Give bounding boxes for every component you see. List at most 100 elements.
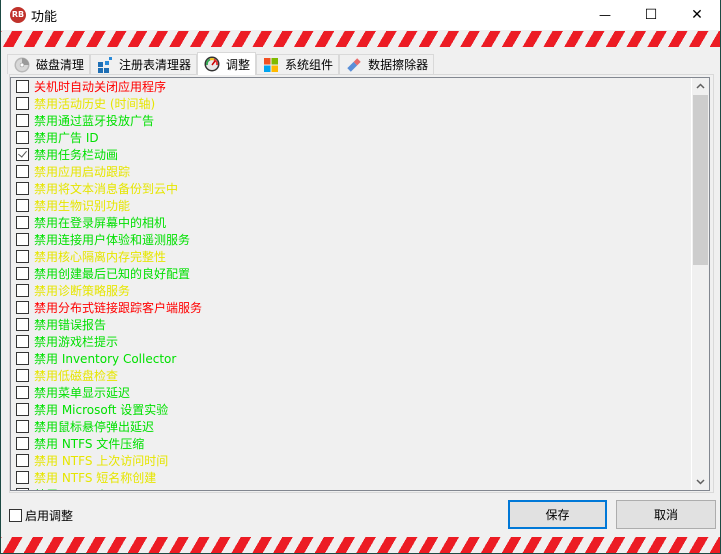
tweak-checkbox[interactable] xyxy=(16,437,29,450)
tweak-item[interactable]: 禁用 NTFS 上次访问时间 xyxy=(11,452,691,469)
scroll-thumb[interactable] xyxy=(693,95,708,265)
tweak-item[interactable]: 禁用 Inventory Collector xyxy=(11,350,691,367)
hazard-stripe-top xyxy=(1,31,720,47)
scroll-down-button[interactable] xyxy=(692,473,709,490)
tweak-checkbox[interactable] xyxy=(16,80,29,93)
checkbox-box[interactable] xyxy=(9,509,22,522)
tweak-label: 禁用应用启动跟踪 xyxy=(34,165,131,179)
tweak-label: 禁用 NTFS 文件压缩 xyxy=(34,437,145,451)
tab-system-components[interactable]: 系统组件 xyxy=(256,54,340,74)
tweak-item[interactable]: 禁用低磁盘检查 xyxy=(11,367,691,384)
tweak-label: 禁用广告 ID xyxy=(34,131,99,145)
chevron-up-icon xyxy=(696,83,705,89)
tweak-checkbox[interactable] xyxy=(16,131,29,144)
save-button[interactable]: 保存 xyxy=(508,500,607,529)
tweak-item[interactable]: 禁用菜单显示延迟 xyxy=(11,384,691,401)
tweak-item[interactable]: 禁用活动历史 (时间轴) xyxy=(11,95,691,112)
tweaks-checklist[interactable]: 关机时自动关闭应用程序 禁用活动历史 (时间轴) 禁用通过蓝牙投放广告禁用广告 ID… xyxy=(10,77,710,491)
maximize-icon: ☐ xyxy=(644,7,658,23)
tweak-checkbox[interactable] xyxy=(16,233,29,246)
maximize-button[interactable]: ☐ xyxy=(628,0,674,30)
tweak-item[interactable]: 禁用鼠标悬停弹出延迟 xyxy=(11,418,691,435)
enable-tweaks-checkbox[interactable]: 启用调整 xyxy=(9,507,73,524)
disc-icon xyxy=(14,57,30,73)
tab-label: 注册表清理器 xyxy=(119,58,192,72)
tab-data-wiper[interactable]: 数据擦除器 xyxy=(339,54,435,74)
tweak-label: 禁用活动历史 (时间轴) xyxy=(34,97,156,111)
tweak-item[interactable]: 禁用通过蓝牙投放广告 xyxy=(11,112,691,129)
window-title: 功能 xyxy=(31,10,58,25)
tweak-checkbox[interactable] xyxy=(16,471,29,484)
tweak-label: 禁用游戏栏提示 xyxy=(34,335,119,349)
tab-registry-cleaner[interactable]: 注册表清理器 xyxy=(90,54,198,74)
tweak-checkbox[interactable] xyxy=(16,182,29,195)
tweak-item[interactable]: 禁用任务栏动画 xyxy=(11,146,691,163)
tweak-checkbox[interactable] xyxy=(16,403,29,416)
tweak-item[interactable]: 禁用在登录屏幕中的相机 xyxy=(11,214,691,231)
close-button[interactable]: ✕ xyxy=(674,0,720,30)
tweak-label: 禁用生物识别功能 xyxy=(34,199,131,213)
tweak-label: 禁用分布式链接跟踪客户端服务 xyxy=(34,301,203,315)
tab-bar: 磁盘清理 注册表清理器 调整 系统组件 数据擦除器 xyxy=(7,52,435,75)
tweak-checkbox[interactable] xyxy=(16,318,29,331)
tweak-label: 禁用任务栏动画 xyxy=(34,148,119,162)
tweak-checkbox[interactable] xyxy=(16,454,29,467)
tweak-item[interactable]: 禁用 NTFS 短名称创建 xyxy=(11,469,691,486)
tweak-item[interactable]: 禁用广告 ID xyxy=(11,129,691,146)
tweak-item[interactable]: 禁用创建最后已知的良好配置 xyxy=(11,265,691,282)
tweak-checkbox[interactable] xyxy=(16,148,29,161)
tweak-checkbox[interactable] xyxy=(16,301,29,314)
tweak-item[interactable]: 禁用 Microsoft 设置实验 xyxy=(11,401,691,418)
tweak-checkbox[interactable] xyxy=(16,284,29,297)
tweak-label: 关机时自动关闭应用程序 xyxy=(34,80,167,94)
tweak-item[interactable]: 禁用诊断策略服务 xyxy=(11,282,691,299)
tweak-item[interactable]: 禁用生物识别功能 xyxy=(11,197,691,214)
tab-label: 数据擦除器 xyxy=(368,58,429,72)
enable-tweaks-label: 启用调整 xyxy=(25,509,74,523)
scroll-up-button[interactable] xyxy=(692,78,709,95)
tweak-checkbox[interactable] xyxy=(16,369,29,382)
tweak-checkbox[interactable] xyxy=(16,386,29,399)
tweak-item[interactable]: 禁用 OneDrive xyxy=(11,486,691,490)
rb-logo-icon: RB xyxy=(10,7,26,23)
save-button-label: 保存 xyxy=(545,508,570,522)
tweak-checkbox[interactable] xyxy=(16,165,29,178)
gauge-icon xyxy=(204,56,220,72)
tweak-checkbox[interactable] xyxy=(16,97,29,110)
tab-disk-cleanup[interactable]: 磁盘清理 xyxy=(7,54,91,74)
tab-label: 磁盘清理 xyxy=(36,58,85,72)
tweak-checkbox[interactable] xyxy=(16,335,29,348)
minimize-icon: — xyxy=(599,8,611,22)
eraser-icon xyxy=(346,57,362,73)
tweak-checkbox[interactable] xyxy=(16,114,29,127)
tweak-label: 禁用连接用户体验和遥测服务 xyxy=(34,233,191,247)
minimize-button[interactable]: — xyxy=(582,0,628,30)
tweak-item[interactable]: 禁用 NTFS 文件压缩 xyxy=(11,435,691,452)
tweak-label: 禁用 NTFS 上次访问时间 xyxy=(34,454,169,468)
tweak-checkbox[interactable] xyxy=(16,267,29,280)
tweak-checkbox[interactable] xyxy=(16,488,29,490)
registry-cubes-icon xyxy=(97,56,113,73)
tweak-item[interactable]: 关机时自动关闭应用程序 xyxy=(11,78,691,95)
tab-label: 调整 xyxy=(226,57,251,72)
tweak-item[interactable]: 禁用分布式链接跟踪客户端服务 xyxy=(11,299,691,316)
tweak-checkbox[interactable] xyxy=(16,352,29,365)
tab-label: 系统组件 xyxy=(285,58,334,72)
tweak-item[interactable]: 禁用游戏栏提示 xyxy=(11,333,691,350)
cancel-button[interactable]: 取消 xyxy=(616,500,716,529)
tweak-item[interactable]: 禁用应用启动跟踪 xyxy=(11,163,691,180)
tweak-checkbox[interactable] xyxy=(16,420,29,433)
tweak-item[interactable]: 禁用核心隔离内存完整性 xyxy=(11,248,691,265)
tweak-item[interactable]: 禁用错误报告 xyxy=(11,316,691,333)
tweak-label: 禁用创建最后已知的良好配置 xyxy=(34,267,191,281)
tab-tweaks[interactable]: 调整 xyxy=(197,52,257,75)
tweak-item[interactable]: 禁用将文本消息备份到云中 xyxy=(11,180,691,197)
tweak-checkbox[interactable] xyxy=(16,250,29,263)
close-icon: ✕ xyxy=(691,7,703,23)
tweak-checkbox[interactable] xyxy=(16,199,29,212)
tweak-label: 禁用 OneDrive xyxy=(34,486,118,490)
vertical-scrollbar[interactable] xyxy=(691,78,709,490)
tweak-item[interactable]: 禁用连接用户体验和遥测服务 xyxy=(11,231,691,248)
tweak-checkbox[interactable] xyxy=(16,216,29,229)
chevron-down-icon xyxy=(696,479,705,485)
